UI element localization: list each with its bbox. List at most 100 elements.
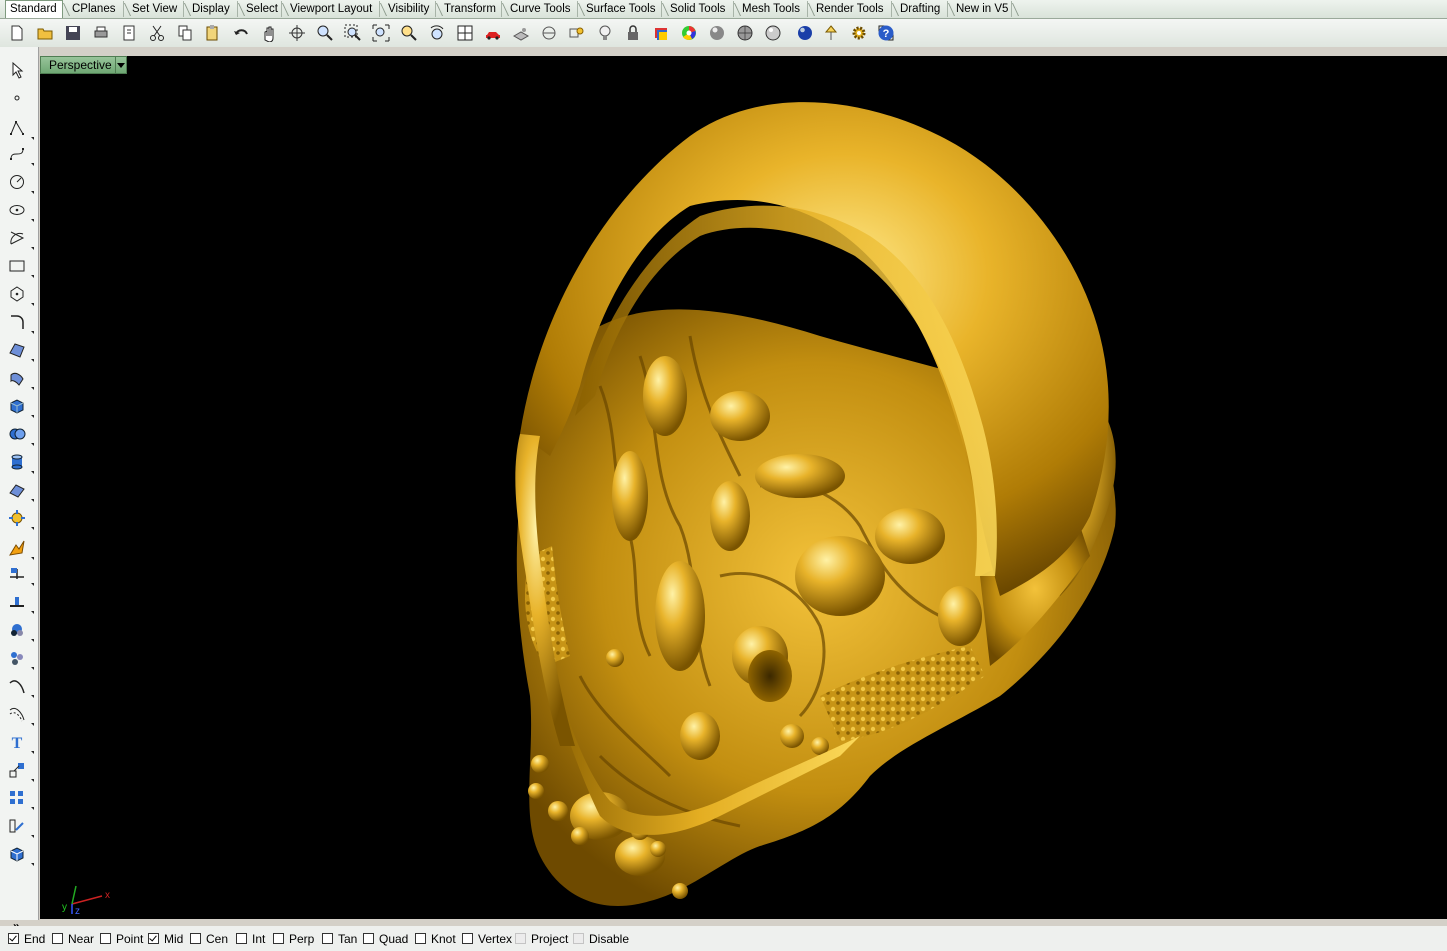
dimension-icon[interactable]: [6, 815, 28, 837]
osnap-tan-checkbox[interactable]: [322, 933, 333, 944]
tab-cplanes[interactable]: CPlanes: [68, 1, 124, 17]
osnap-mid-checkbox[interactable]: [148, 933, 159, 944]
circle-icon[interactable]: [6, 171, 28, 193]
undo-view-icon[interactable]: [426, 22, 448, 44]
curve-from-object-icon[interactable]: [6, 675, 28, 697]
osnap-quad-checkbox[interactable]: [363, 933, 374, 944]
osnap-knot[interactable]: Knot: [415, 931, 456, 946]
tab-drafting[interactable]: Drafting: [896, 1, 948, 17]
osnap-vertex[interactable]: Vertex: [462, 931, 512, 946]
block-icon[interactable]: [6, 843, 28, 865]
polygon-icon[interactable]: [6, 283, 28, 305]
tab-standard[interactable]: Standard: [5, 0, 63, 18]
box-icon[interactable]: [6, 395, 28, 417]
copy-icon[interactable]: [174, 22, 196, 44]
group-icon[interactable]: [6, 647, 28, 669]
undo-icon[interactable]: [230, 22, 252, 44]
osnap-icon[interactable]: [566, 22, 588, 44]
tab-visibility[interactable]: Visibility: [384, 1, 436, 17]
four-viewports-icon[interactable]: [454, 22, 476, 44]
osnap-near[interactable]: Near: [52, 931, 94, 946]
osnap-point-checkbox[interactable]: [100, 933, 111, 944]
osnap-cen-checkbox[interactable]: [190, 933, 201, 944]
osnap-point[interactable]: Point: [100, 931, 143, 946]
blue-sphere-icon[interactable]: [794, 22, 816, 44]
explode-icon[interactable]: [6, 537, 28, 559]
lamp-icon[interactable]: [820, 22, 842, 44]
surface-icon[interactable]: [6, 339, 28, 361]
viewport-title-tab[interactable]: Perspective: [40, 56, 127, 74]
arc-icon[interactable]: [6, 227, 28, 249]
tab-solid-tools[interactable]: Solid Tools: [666, 1, 734, 17]
paste-icon[interactable]: [202, 22, 224, 44]
select-arrow-icon[interactable]: [6, 59, 28, 81]
tab-render-tools[interactable]: Render Tools: [812, 1, 892, 17]
tab-select[interactable]: Select: [242, 1, 282, 17]
plane-icon[interactable]: [6, 479, 28, 501]
osnap-cen[interactable]: Cen: [190, 931, 228, 946]
color-wheel-icon[interactable]: [678, 22, 700, 44]
perspective-viewport[interactable]: Perspective x y z: [40, 56, 1447, 919]
open-folder-icon[interactable]: [34, 22, 56, 44]
osnap-vertex-checkbox[interactable]: [462, 933, 473, 944]
point-icon[interactable]: [6, 87, 28, 109]
import-icon[interactable]: [118, 22, 140, 44]
point-cloud-icon[interactable]: [6, 619, 28, 641]
print-icon[interactable]: [90, 22, 112, 44]
light-icon[interactable]: [594, 22, 616, 44]
array-icon[interactable]: [6, 787, 28, 809]
pan-hand-icon[interactable]: [258, 22, 280, 44]
surface-edit-icon[interactable]: [6, 367, 28, 389]
osnap-perp-checkbox[interactable]: [273, 933, 284, 944]
rendered-sphere-icon[interactable]: [706, 22, 728, 44]
offset-curve-icon[interactable]: [6, 703, 28, 725]
tab-new-in-v5[interactable]: New in V5: [952, 1, 1012, 17]
join-icon[interactable]: [6, 591, 28, 613]
osnap-quad[interactable]: Quad: [363, 931, 408, 946]
curve-icon[interactable]: [6, 143, 28, 165]
osnap-near-checkbox[interactable]: [52, 933, 63, 944]
osnap-knot-checkbox[interactable]: [415, 933, 426, 944]
distance-icon[interactable]: [538, 22, 560, 44]
fillet-curve-icon[interactable]: [6, 311, 28, 333]
osnap-mid[interactable]: Mid: [148, 931, 183, 946]
ghosted-sphere-icon[interactable]: [762, 22, 784, 44]
zoom-extents-icon[interactable]: [370, 22, 392, 44]
car-render-icon[interactable]: [482, 22, 504, 44]
tab-transform[interactable]: Transform: [440, 1, 502, 17]
save-icon[interactable]: [62, 22, 84, 44]
trim-icon[interactable]: [6, 563, 28, 585]
zoom-selected-icon[interactable]: [398, 22, 420, 44]
osnap-int-checkbox[interactable]: [236, 933, 247, 944]
text-icon[interactable]: T: [6, 731, 28, 753]
zoom-icon[interactable]: [314, 22, 336, 44]
tab-surface-tools[interactable]: Surface Tools: [582, 1, 662, 17]
tab-display[interactable]: Display: [188, 1, 238, 17]
new-file-icon[interactable]: [6, 22, 28, 44]
ellipse-icon[interactable]: [6, 199, 28, 221]
cut-icon[interactable]: [146, 22, 168, 44]
tab-viewport-layout[interactable]: Viewport Layout: [286, 1, 380, 17]
solid-tools-icon[interactable]: [6, 507, 28, 529]
osnap-end[interactable]: End: [8, 931, 45, 946]
tab-set-view[interactable]: Set View: [128, 1, 184, 17]
layer-icon[interactable]: [650, 22, 672, 44]
tab-curve-tools[interactable]: Curve Tools: [506, 1, 578, 17]
osnap-int[interactable]: Int: [236, 931, 265, 946]
help-icon[interactable]: ?: [875, 22, 897, 44]
move-icon[interactable]: [6, 759, 28, 781]
cylinder-icon[interactable]: [6, 451, 28, 473]
tab-mesh-tools[interactable]: Mesh Tools: [738, 1, 808, 17]
options-gear-icon[interactable]: [848, 22, 870, 44]
lock-icon[interactable]: [622, 22, 644, 44]
osnap-perp[interactable]: Perp: [273, 931, 314, 946]
boolean-icon[interactable]: [6, 423, 28, 445]
osnap-end-checkbox[interactable]: [8, 933, 19, 944]
rectangle-icon[interactable]: [6, 255, 28, 277]
zoom-window-icon[interactable]: [342, 22, 364, 44]
viewport-menu-arrow-icon[interactable]: [115, 57, 126, 73]
osnap-tan[interactable]: Tan: [322, 931, 357, 946]
rotate-view-icon[interactable]: [286, 22, 308, 44]
polyline-icon[interactable]: [6, 117, 28, 139]
cplane-icon[interactable]: [510, 22, 532, 44]
